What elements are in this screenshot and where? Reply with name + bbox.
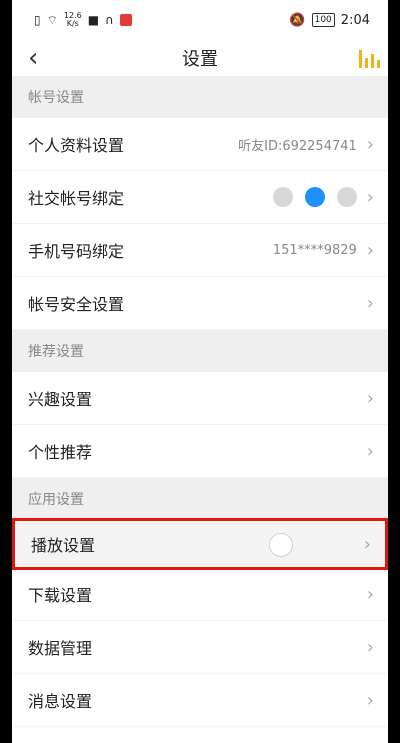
row-phone-binding[interactable]: 手机号码绑定 151****9829 ›	[12, 224, 388, 277]
chevron-right-icon: ›	[366, 133, 374, 155]
row-label: 消息设置	[28, 692, 93, 711]
mute-icon: 🔕	[289, 12, 306, 28]
row-label: 播放设置	[31, 536, 96, 555]
row-label: 兴趣设置	[28, 390, 93, 409]
app-icon	[119, 14, 132, 26]
wechat-icon[interactable]	[272, 187, 293, 207]
touch-indicator	[269, 533, 293, 557]
chevron-right-icon: ›	[366, 292, 374, 314]
row-playback-settings[interactable]: 播放设置 ›	[12, 518, 388, 570]
row-label: 数据管理	[28, 639, 93, 658]
chevron-right-icon: ›	[366, 689, 374, 711]
row-social-binding[interactable]: 社交帐号绑定 ›	[12, 171, 388, 224]
status-right: 🔕 100 2:04	[289, 13, 370, 28]
row-account-security[interactable]: 帐号安全设置 ›	[12, 277, 388, 330]
chevron-right-icon: ›	[366, 440, 374, 462]
row-label: 下载设置	[28, 586, 93, 605]
chevron-right-icon: ›	[366, 636, 374, 658]
section-account-title: 帐号设置	[12, 76, 388, 118]
row-message-settings[interactable]: 消息设置 ›	[12, 674, 388, 727]
network-speed: 12.6 K/s	[64, 12, 82, 28]
sim-icon: ▯	[34, 13, 41, 27]
qq-icon[interactable]	[304, 187, 325, 207]
status-left: ▯ ⌔ 12.6 K/s ■ ∩	[34, 12, 132, 28]
clock: 2:04	[340, 12, 370, 28]
wifi-icon: ⌔	[46, 12, 58, 27]
row-label: 社交帐号绑定	[28, 189, 125, 208]
phone-number: 151****9829	[272, 242, 357, 258]
row-right: 151****9829 ›	[273, 240, 374, 261]
row-data-management[interactable]: 数据管理 ›	[12, 621, 388, 674]
chevron-right-icon: ›	[366, 239, 374, 261]
chevron-right-icon: ›	[366, 583, 374, 605]
row-interest-settings[interactable]: 兴趣设置 ›	[12, 372, 388, 425]
row-label: 个人资料设置	[28, 136, 125, 155]
chevron-right-icon: ›	[363, 533, 371, 555]
row-personal-recommend[interactable]: 个性推荐 ›	[12, 425, 388, 478]
row-right: 听友ID:692254741 ›	[238, 134, 374, 155]
weibo-icon[interactable]	[336, 187, 357, 207]
row-profile-settings[interactable]: 个人资料设置 听友ID:692254741 ›	[12, 118, 388, 171]
listener-id: 听友ID:692254741	[238, 138, 357, 154]
row-download-settings[interactable]: 下载设置 ›	[12, 568, 388, 621]
row-label: 手机号码绑定	[28, 242, 125, 261]
speed-unit: K/s	[66, 19, 79, 28]
row-label: 帐号安全设置	[28, 295, 125, 314]
headphones-icon: ∩	[105, 13, 114, 27]
square-icon: ■	[87, 13, 100, 27]
section-recommend-title: 推荐设置	[12, 330, 388, 372]
chevron-right-icon: ›	[366, 186, 374, 208]
social-accounts	[272, 187, 357, 207]
row-label: 个性推荐	[28, 443, 93, 462]
section-app-title: 应用设置	[12, 478, 388, 520]
row-right: ›	[272, 186, 374, 208]
page-title: 设置	[182, 49, 218, 70]
chevron-right-icon: ›	[366, 387, 374, 409]
battery-indicator: 100	[311, 13, 335, 27]
status-bar: ▯ ⌔ 12.6 K/s ■ ∩ 🔕 100 2:04	[12, 0, 388, 40]
nav-header: ‹ 设置	[12, 40, 388, 76]
settings-screen: ▯ ⌔ 12.6 K/s ■ ∩ 🔕 100 2:04 ‹ 设置 帐号设置 个人…	[12, 0, 388, 743]
